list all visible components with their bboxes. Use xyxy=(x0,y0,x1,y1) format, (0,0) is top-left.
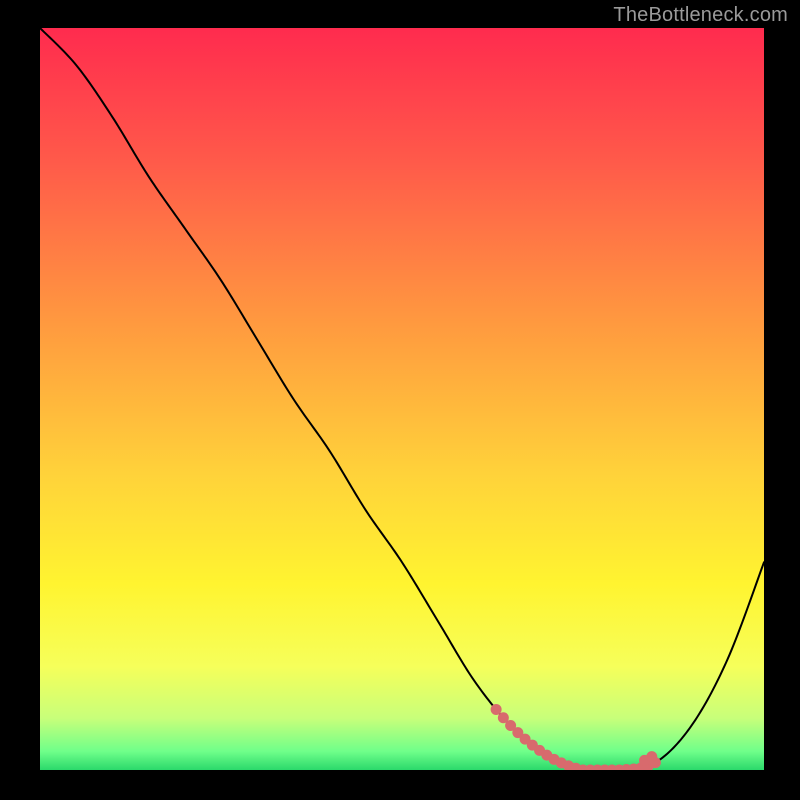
gradient-background xyxy=(40,28,764,770)
chart-container: TheBottleneck.com xyxy=(0,0,800,800)
bottleneck-chart xyxy=(0,0,800,800)
trough-marker xyxy=(491,704,502,715)
trough-marker xyxy=(646,751,657,762)
